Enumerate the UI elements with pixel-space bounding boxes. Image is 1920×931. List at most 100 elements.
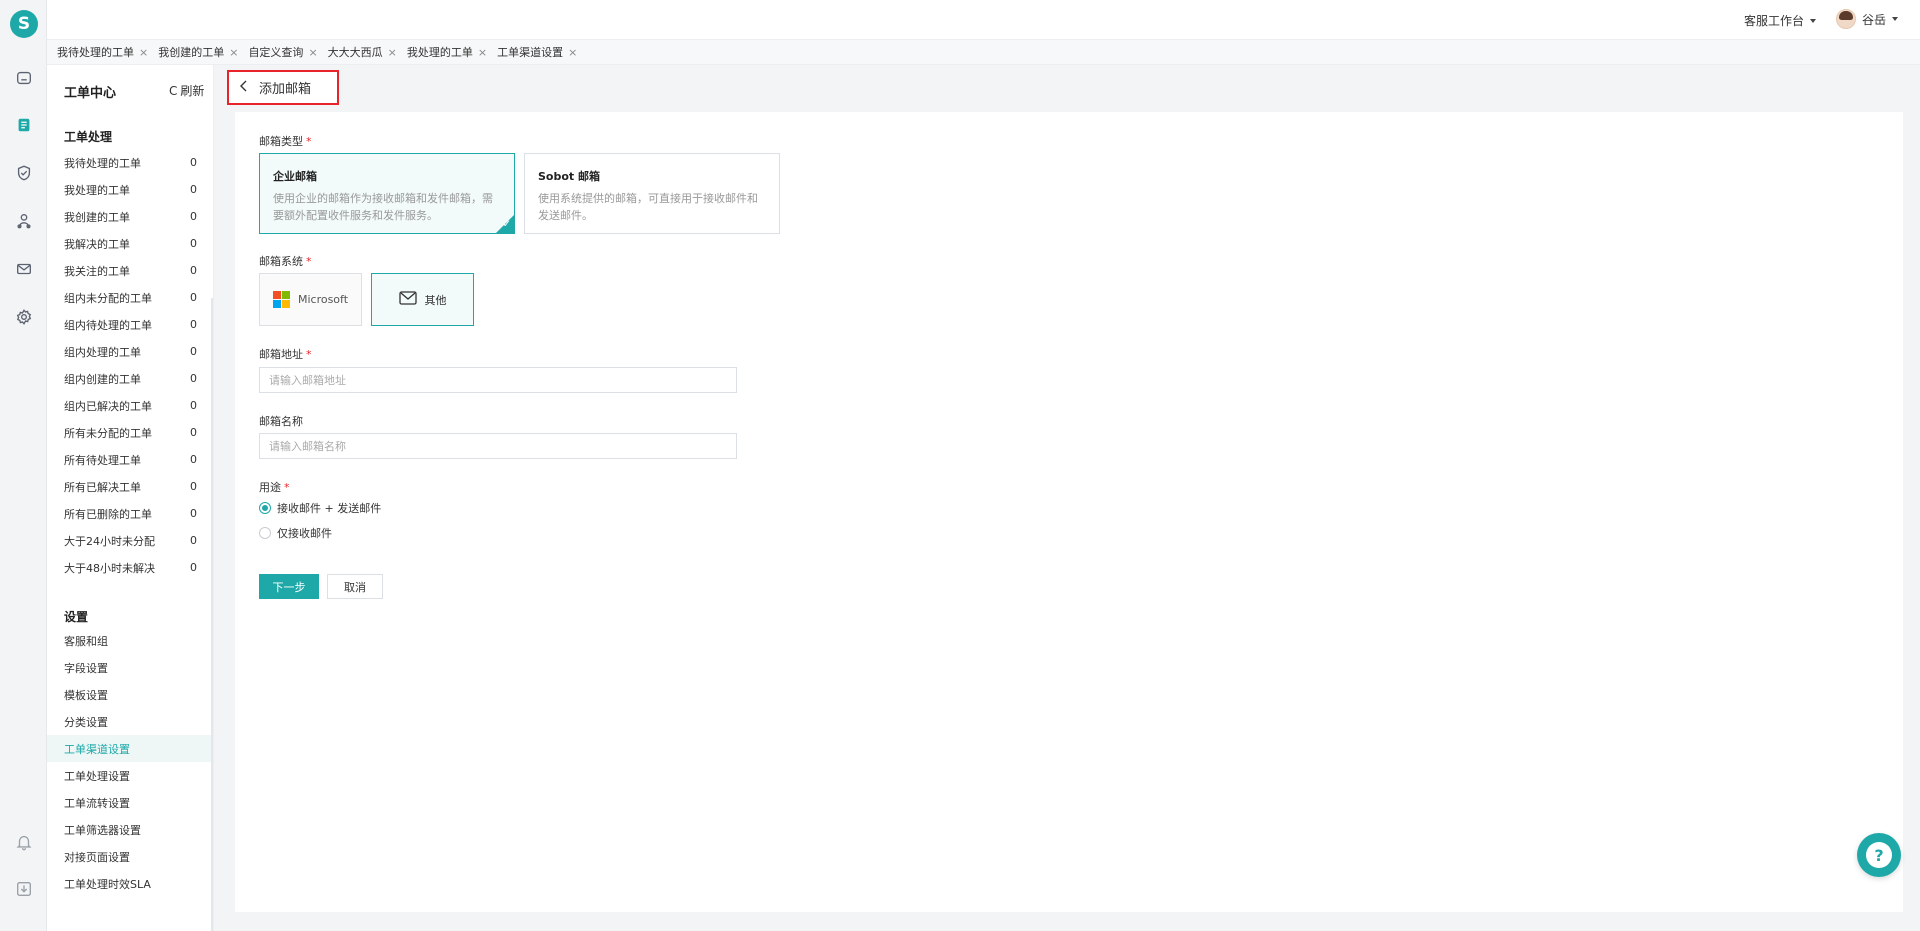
close-icon[interactable]: ×: [229, 46, 238, 59]
tab-label: 工单渠道设置: [497, 46, 564, 59]
chevron-down-icon: [1810, 18, 1816, 23]
sidebar-item-label: 客服和组: [64, 634, 108, 648]
mailbox-type-card-enterprise[interactable]: 企业邮箱 使用企业的邮箱作为接收邮箱和发件邮箱，需要额外配置收件服务和发件服务。…: [259, 153, 515, 234]
sidebar-item[interactable]: 模板设置: [64, 681, 214, 708]
user-menu[interactable]: 谷岳: [1835, 9, 1898, 29]
radio-label: 接收邮件 + 发送邮件: [277, 502, 382, 515]
shield-icon[interactable]: [13, 162, 35, 184]
section-heading-settings: 设置: [64, 610, 89, 624]
system-option-microsoft[interactable]: Microsoft: [259, 273, 362, 326]
sidebar-item[interactable]: 分类设置: [64, 708, 214, 735]
address-label: 邮箱地址 *: [259, 346, 312, 362]
question-icon: ?: [1866, 842, 1892, 868]
sidebar-item[interactable]: 组内未分配的工单 0: [64, 284, 214, 311]
sidebar-item[interactable]: 我待处理的工单 0: [64, 149, 214, 176]
help-button[interactable]: ?: [1857, 833, 1901, 877]
sidebar-item[interactable]: 组内待处理的工单 0: [64, 311, 214, 338]
mail-icon[interactable]: [13, 258, 35, 280]
home-icon[interactable]: [13, 67, 35, 89]
close-icon[interactable]: ×: [388, 46, 397, 59]
tab-bar: 我待处理的工单 × 我创建的工单 × 自定义查询 × 大大大西瓜 × 我处理的工单 × 工…: [47, 40, 1920, 65]
sidebar-item[interactable]: 我关注的工单 0: [64, 257, 214, 284]
mailbox-name-input[interactable]: [259, 433, 737, 459]
workspace-switcher[interactable]: 客服工作台: [1744, 12, 1816, 29]
close-icon[interactable]: ×: [308, 46, 317, 59]
card-title: 企业邮箱: [273, 170, 317, 183]
app-logo[interactable]: S: [10, 10, 38, 38]
sidebar-item-label: 工单渠道设置: [64, 742, 130, 756]
page-header: 添加邮箱: [227, 70, 339, 105]
email-address-input[interactable]: [259, 367, 737, 393]
next-step-button[interactable]: 下一步: [259, 574, 319, 599]
add-mailbox-form: 邮箱类型 * 企业邮箱 使用企业的邮箱作为接收邮箱和发件邮箱，需要额外配置收件服务…: [235, 112, 1903, 912]
ticket-icon[interactable]: [13, 114, 35, 136]
tab-item[interactable]: 工单渠道设置 ×: [497, 44, 577, 60]
sidebar-item[interactable]: 字段设置: [64, 654, 214, 681]
tab-item[interactable]: 大大大西瓜 ×: [328, 44, 397, 60]
close-icon[interactable]: ×: [568, 46, 577, 59]
sidebar-item-label: 组内已解决的工单: [64, 399, 152, 413]
tab-item[interactable]: 自定义查询 ×: [248, 44, 317, 60]
radio-button[interactable]: [259, 502, 271, 514]
sidebar-item-count: 0: [190, 453, 197, 466]
sidebar-item-count: 0: [190, 507, 197, 520]
sidebar-item[interactable]: 我解决的工单 0: [64, 230, 214, 257]
tab-item[interactable]: 我待处理的工单 ×: [57, 44, 148, 60]
usage-option-receive-only[interactable]: 仅接收邮件: [259, 525, 332, 541]
sidebar-item-label: 组内创建的工单: [64, 372, 141, 386]
sidebar-item[interactable]: 所有已删除的工单 0: [64, 500, 214, 527]
sidebar-item[interactable]: 工单处理设置: [64, 762, 214, 789]
sidebar-item-count: 0: [190, 291, 197, 304]
close-icon[interactable]: ×: [478, 46, 487, 59]
sidebar-item[interactable]: 所有待处理工单 0: [64, 446, 214, 473]
tab-item[interactable]: 我处理的工单 ×: [407, 44, 487, 60]
required-mark: *: [306, 255, 312, 268]
sidebar-item-label: 我待处理的工单: [64, 156, 141, 170]
check-icon: ✓: [502, 219, 511, 230]
sidebar-item[interactable]: 工单流转设置: [64, 789, 214, 816]
download-icon[interactable]: [13, 878, 35, 900]
sidebar-item-active[interactable]: 工单渠道设置: [47, 735, 213, 762]
system-option-other[interactable]: 其他: [371, 273, 474, 326]
section-heading-processing: 工单处理: [64, 130, 113, 144]
sidebar-item[interactable]: 客服和组: [64, 627, 214, 654]
icon-rail: S: [0, 0, 47, 931]
tab-label: 我处理的工单: [406, 46, 473, 59]
chevron-down-icon: [1892, 17, 1898, 21]
sidebar-item[interactable]: 组内创建的工单 0: [64, 365, 214, 392]
refresh-button[interactable]: C 刷新: [169, 82, 204, 99]
cancel-button[interactable]: 取消: [327, 574, 383, 599]
sidebar-item-label: 工单处理设置: [64, 769, 130, 783]
settings-icon[interactable]: [13, 306, 35, 328]
sidebar-item[interactable]: 所有未分配的工单 0: [64, 419, 214, 446]
mailbox-type-card-sobot[interactable]: Sobot 邮箱 使用系统提供的邮箱，可直接用于接收邮件和发送邮件。: [524, 153, 780, 234]
sidebar-item-label: 分类设置: [64, 715, 108, 729]
sidebar-item-label: 工单流转设置: [64, 796, 130, 810]
bell-icon[interactable]: [13, 831, 35, 853]
sidebar-item[interactable]: 对接页面设置: [64, 843, 214, 870]
close-icon[interactable]: ×: [139, 46, 148, 59]
sidebar-item[interactable]: 工单处理时效SLA: [64, 870, 214, 897]
sidebar-item[interactable]: 大于48小时未解决 0: [64, 554, 214, 581]
sidebar-scrollbar[interactable]: [211, 298, 213, 931]
sidebar-item[interactable]: 组内已解决的工单 0: [64, 392, 214, 419]
sidebar-item[interactable]: 工单筛选器设置: [64, 816, 214, 843]
sidebar-item-count: 0: [190, 210, 197, 223]
radio-button[interactable]: [259, 527, 271, 539]
top-bar: 客服工作台 谷岳: [47, 0, 1920, 40]
sidebar-item[interactable]: 所有已解决工单 0: [64, 473, 214, 500]
sidebar-item[interactable]: 大于24小时未分配 0: [64, 527, 214, 554]
sidebar-item-label: 我关注的工单: [64, 264, 130, 278]
usage-option-send-receive[interactable]: 接收邮件 + 发送邮件: [259, 500, 381, 516]
sidebar-item[interactable]: 我处理的工单 0: [64, 176, 214, 203]
sidebar-item-label: 组内未分配的工单: [64, 291, 152, 305]
sidebar-item-label: 我处理的工单: [64, 183, 130, 197]
back-arrow-icon[interactable]: [239, 80, 249, 96]
radio-label: 仅接收邮件: [277, 527, 332, 540]
sidebar-item[interactable]: 我创建的工单 0: [64, 203, 214, 230]
sidebar-item-count: 0: [190, 264, 197, 277]
tab-item[interactable]: 我创建的工单 ×: [158, 44, 238, 60]
required-mark: *: [306, 348, 312, 361]
user-network-icon[interactable]: [13, 210, 35, 232]
sidebar-item[interactable]: 组内处理的工单 0: [64, 338, 214, 365]
